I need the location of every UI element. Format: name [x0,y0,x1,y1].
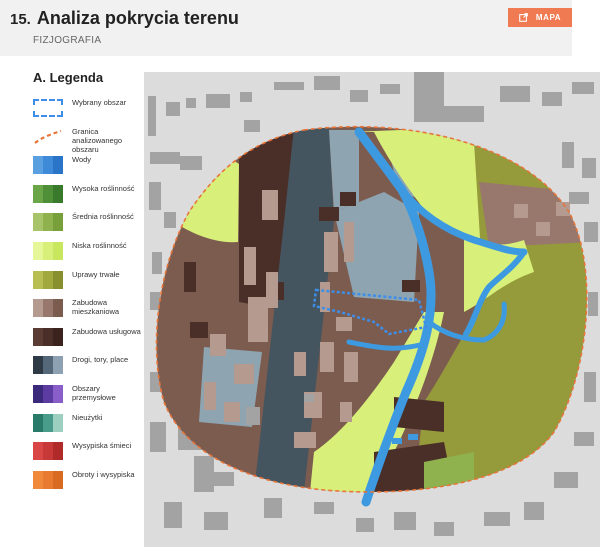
legend-title: A. Legenda [33,70,104,85]
legend-label-storage: Obroty i wysypiska [72,469,135,479]
legend-label-landfills: Wysypiska śmieci [72,441,132,451]
legend-swatch-residential [33,299,63,318]
map-button-label: MAPA [535,13,562,22]
legend-label-wasteland: Nieużytki [72,412,103,422]
legend-item-wasteland: Nieużytki [33,409,143,438]
legend-swatch-services [33,327,63,346]
legend-swatch-storage [33,470,63,489]
legend-swatch-industrial [33,384,63,403]
legend-label-analysis-boundary: Granica analizowanego obszaru [72,126,123,154]
legend-item-high-vegetation: Wysoka roślinność [33,180,143,209]
legend-swatch-roads [33,356,63,375]
legend-label-residential: Zabudowa mieszkaniowa [72,298,120,317]
legend-item-storage: Obroty i wysypiska [33,466,143,495]
legend-item-analysis-boundary: Granica analizowanego obszaru [33,123,143,154]
page-title: Analiza pokrycia terenu [36,8,239,28]
legend-swatch-permanent-crops [33,270,63,289]
legend-items: Wybrany obszar Granica analizowanego obsz… [33,94,143,494]
page: 15. Analiza pokrycia terenu FIZJOGRAFIA … [0,0,600,559]
land-cover-map[interactable] [144,72,600,547]
external-link-icon [518,13,528,22]
legend-item-roads: Drogi, tory, place [33,351,143,380]
legend-swatch-wasteland [33,413,63,432]
map-canvas[interactable] [144,72,600,547]
legend-swatch-low-vegetation [33,241,63,260]
legend-label-permanent-crops: Uprawy trwałe [72,269,120,279]
legend-label-low-vegetation: Niska roślinność [72,240,127,250]
legend-label-high-vegetation: Wysoka roślinność [72,183,135,193]
page-header: 15. Analiza pokrycia terenu FIZJOGRAFIA … [0,0,572,56]
legend-item-services: Zabudowa usługowa [33,323,143,352]
legend-label-services: Zabudowa usługowa [72,326,141,336]
legend-item-industrial: Obszary przemysłowe [33,380,143,409]
legend-swatch-analysis-boundary [34,129,62,144]
legend-item-landfills: Wysypiska śmieci [33,437,143,466]
legend-item-selected-area: Wybrany obszar [33,94,143,123]
title-row: 15. Analiza pokrycia terenu [10,8,239,29]
legend-item-water: Wody [33,151,143,180]
legend-swatch-medium-vegetation [33,213,63,232]
legend-item-permanent-crops: Uprawy trwałe [33,266,143,295]
legend-swatch-selected-area [33,99,63,117]
legend-swatch-landfills [33,442,63,461]
legend-label-selected-area: Wybrany obszar [72,98,127,107]
legend-label-roads: Drogi, tory, place [72,355,129,365]
legend-label-medium-vegetation: Średnia roślinność [72,212,134,222]
legend-swatch-water [33,156,63,175]
section-number: 15. [10,11,31,28]
legend: A. Legenda Wybrany obszar Granica analizo… [33,70,143,494]
legend-item-medium-vegetation: Średnia roślinność [33,208,143,237]
page-subtitle: FIZJOGRAFIA [33,35,102,46]
map-button[interactable]: MAPA [508,8,572,27]
legend-item-residential: Zabudowa mieszkaniowa [33,294,143,323]
legend-label-industrial: Obszary przemysłowe [72,383,116,402]
legend-label-water: Wody [72,155,92,165]
legend-swatch-high-vegetation [33,184,63,203]
legend-item-low-vegetation: Niska roślinność [33,237,143,266]
